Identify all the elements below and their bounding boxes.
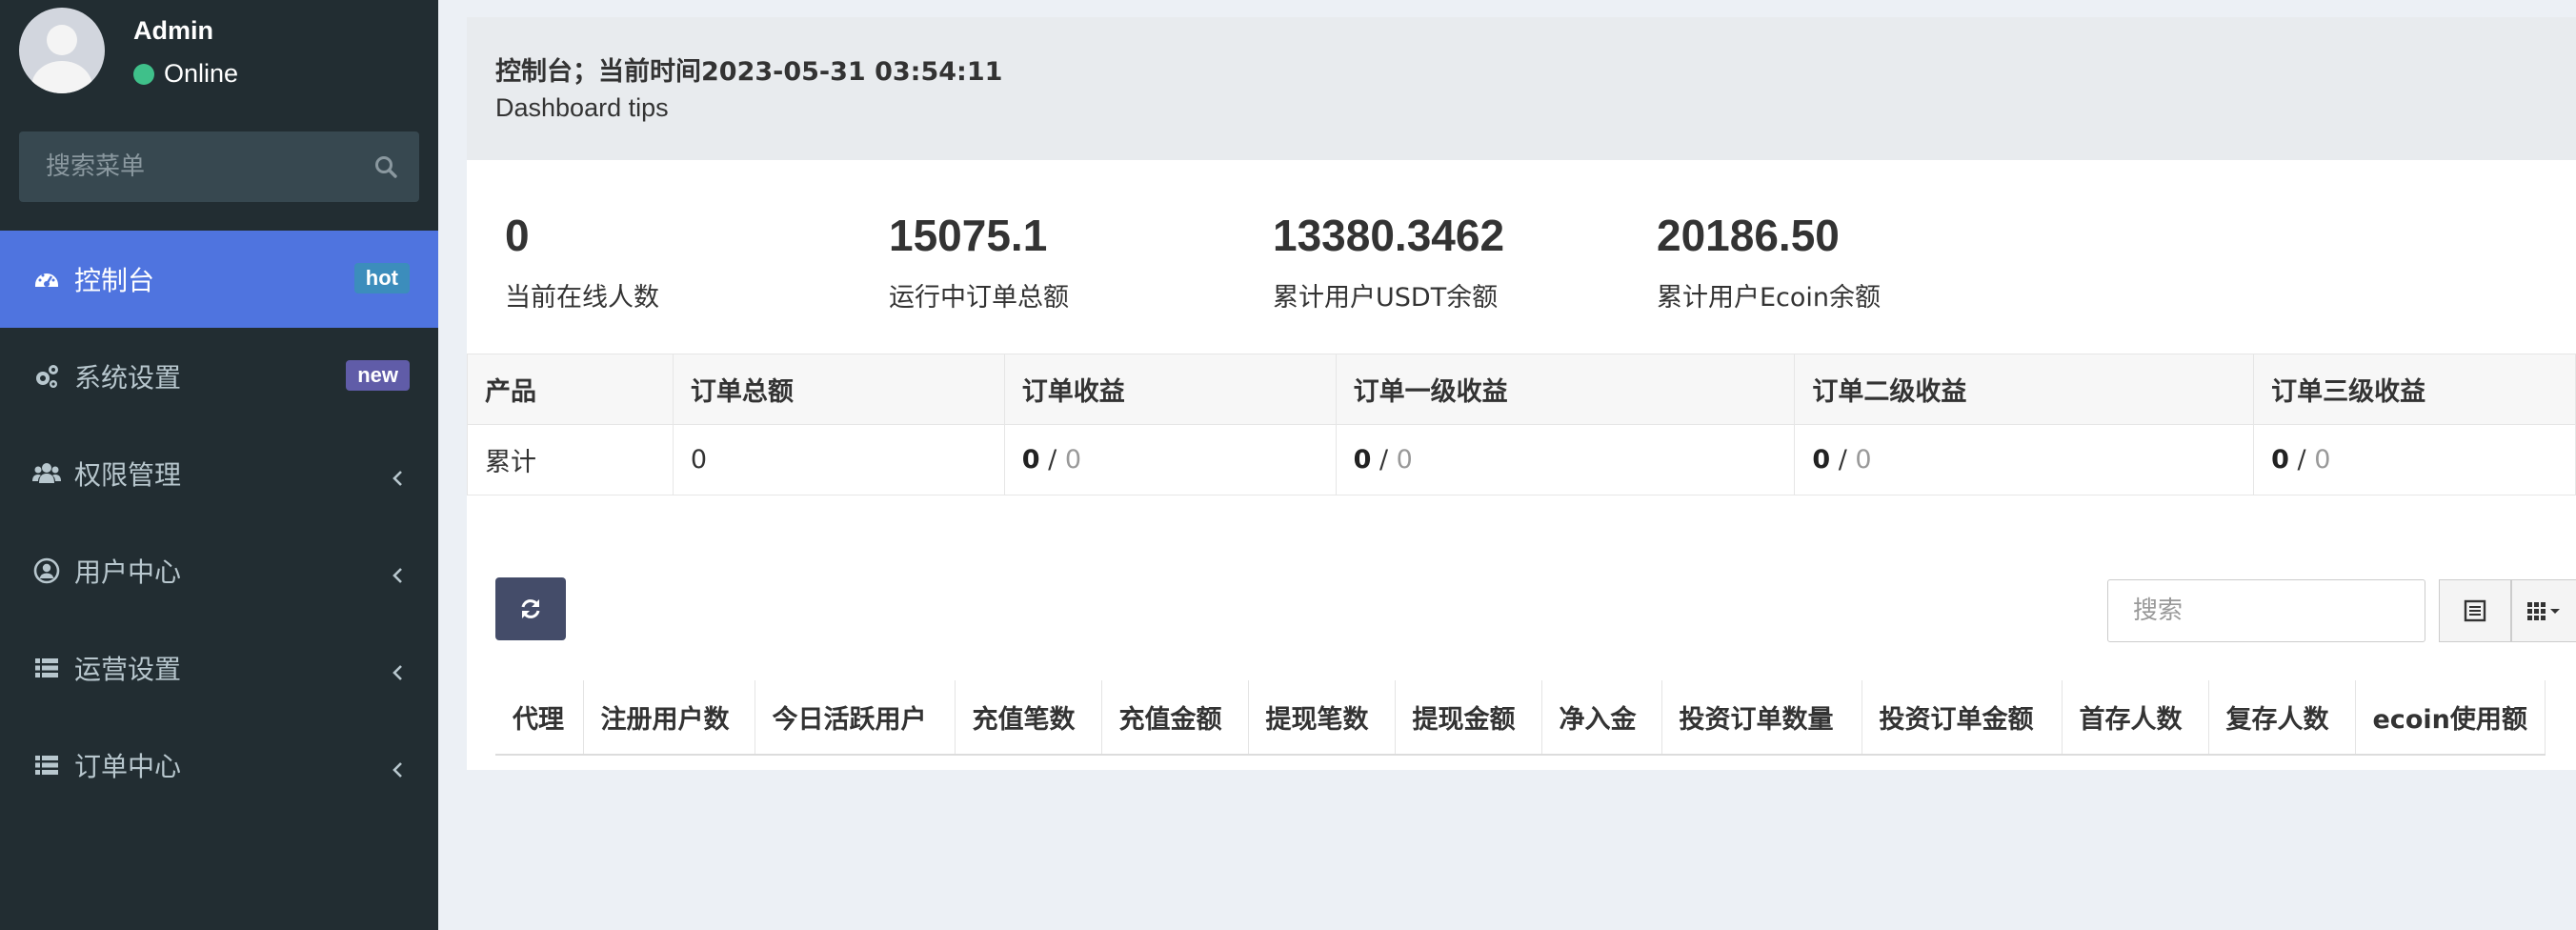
user-panel: Admin Online: [0, 0, 438, 107]
panel-heading: 控制台；当前时间2023-05-31 03:54:11 Dashboard ti…: [467, 17, 2576, 160]
refresh-icon: [521, 599, 540, 618]
sidebar-item-label: 系统设置: [74, 362, 182, 394]
column-header: 订单总额: [672, 354, 1005, 425]
user-status-label: Online: [164, 59, 239, 88]
column-header[interactable]: 注册用户数: [583, 680, 755, 756]
table-row: 累计 0 0 / 0 0 / 0 0 / 0 0 / 0: [467, 424, 2576, 495]
column-header[interactable]: 提现金额: [1395, 680, 1542, 756]
dashboard-tips: Dashboard tips: [495, 93, 669, 122]
table-cell: 0 / 0: [1335, 424, 1796, 495]
chevron-left-icon: [392, 568, 402, 583]
table-header-row: 代理 注册用户数 今日活跃用户 充值笔数 充值金额 提现笔数 提现金额 净入金 …: [495, 680, 2546, 756]
columns-toggle-button[interactable]: [2511, 579, 2576, 642]
stat-value: 13380.3462: [1273, 211, 1505, 260]
menu-search-input[interactable]: [19, 131, 362, 202]
column-header[interactable]: 净入金: [1541, 680, 1662, 756]
sidebar: Admin Online 控制台 hot 系统设置 new: [0, 0, 438, 930]
stat-online-users: 0 当前在线人数: [505, 210, 659, 313]
column-header[interactable]: 充值金额: [1101, 680, 1249, 756]
sidebar-item-label: 用户中心: [74, 556, 182, 588]
stat-usdt-balance: 13380.3462 累计用户USDT余额: [1273, 210, 1504, 313]
table-search-input[interactable]: [2107, 579, 2425, 642]
chevron-left-icon: [392, 762, 402, 778]
column-header[interactable]: 提现笔数: [1248, 680, 1396, 756]
avatar[interactable]: [19, 8, 105, 93]
column-header: 订单一级收益: [1335, 354, 1796, 425]
table-header-row: 产品 订单总额 订单收益 订单一级收益 订单二级收益 订单三级收益: [467, 354, 2576, 425]
sidebar-item-label: 运营设置: [74, 654, 182, 685]
table-cell: 0: [672, 424, 1005, 495]
sidebar-menu: 控制台 hot 系统设置 new 权限管理 用户中心 运营设置 订单中心: [0, 231, 438, 814]
online-status-icon: [133, 63, 154, 85]
list-icon: [32, 654, 61, 682]
hot-badge: hot: [353, 263, 410, 293]
list-view-icon: [2464, 599, 2486, 622]
grid-columns-icon: [2526, 602, 2560, 620]
column-header[interactable]: ecoin使用额: [2355, 680, 2546, 756]
stat-label: 运行中订单总额: [889, 283, 1069, 313]
column-header[interactable]: 充值笔数: [955, 680, 1102, 756]
main-content: 控制台；当前时间2023-05-31 03:54:11 Dashboard ti…: [438, 0, 2576, 930]
column-header[interactable]: 投资订单金额: [1862, 680, 2063, 756]
sidebar-item-label: 权限管理: [74, 459, 182, 491]
sidebar-item-label: 订单中心: [74, 751, 182, 782]
column-header: 订单三级收益: [2253, 354, 2576, 425]
sidebar-item-user-center[interactable]: 用户中心: [0, 522, 438, 619]
column-header[interactable]: 今日活跃用户: [755, 680, 956, 756]
new-badge: new: [346, 360, 410, 391]
sidebar-item-order-center[interactable]: 订单中心: [0, 717, 438, 814]
table-cell: 0 / 0: [1794, 424, 2255, 495]
stat-running-orders-total: 15075.1 运行中订单总额: [889, 210, 1069, 313]
cogs-icon: [32, 362, 61, 391]
column-header: 订单收益: [1003, 354, 1337, 425]
refresh-button[interactable]: [495, 577, 566, 640]
stat-ecoin-balance: 20186.50 累计用户Ecoin余额: [1657, 210, 1881, 313]
stat-value: 0: [505, 211, 530, 260]
user-circle-icon: [32, 556, 61, 585]
sidebar-item-system-settings[interactable]: 系统设置 new: [0, 328, 438, 425]
column-header[interactable]: 复存人数: [2208, 680, 2356, 756]
toggle-view-button[interactable]: [2439, 579, 2511, 642]
sidebar-item-label: 控制台: [74, 265, 155, 296]
column-header: 订单二级收益: [1794, 354, 2255, 425]
list-icon: [32, 751, 61, 779]
chevron-left-icon: [392, 471, 402, 486]
sidebar-item-permissions[interactable]: 权限管理: [0, 425, 438, 522]
search-icon[interactable]: [373, 154, 398, 179]
users-icon: [32, 459, 61, 488]
stat-label: 当前在线人数: [505, 283, 659, 313]
dashboard-panel: 控制台；当前时间2023-05-31 03:54:11 Dashboard ti…: [467, 17, 2576, 770]
table-cell: 累计: [467, 424, 674, 495]
table-cell: 0 / 0: [2253, 424, 2576, 495]
sidebar-search: [19, 131, 419, 202]
column-header: 产品: [467, 354, 674, 425]
page-title: 控制台；当前时间2023-05-31 03:54:11: [495, 57, 1003, 87]
chevron-left-icon: [392, 665, 402, 680]
table-cell: 0 / 0: [1003, 424, 1337, 495]
stat-label: 累计用户USDT余额: [1273, 283, 1499, 313]
stat-label: 累计用户Ecoin余额: [1657, 283, 1882, 313]
sidebar-item-dashboard[interactable]: 控制台 hot: [0, 231, 438, 328]
column-header[interactable]: 代理: [495, 680, 584, 756]
dashboard-icon: [32, 265, 61, 293]
user-name: Admin: [133, 16, 213, 45]
agent-stats-table: 代理 注册用户数 今日活跃用户 充值笔数 充值金额 提现笔数 提现金额 净入金 …: [495, 680, 2546, 756]
user-status: Online: [133, 59, 238, 89]
column-header[interactable]: 投资订单数量: [1661, 680, 1862, 756]
stat-value: 20186.50: [1657, 211, 1840, 260]
income-summary-table: 产品 订单总额 订单收益 订单一级收益 订单二级收益 订单三级收益 累计 0 0…: [467, 354, 2576, 495]
column-header[interactable]: 首存人数: [2062, 680, 2209, 756]
stat-value: 15075.1: [889, 211, 1048, 260]
sidebar-item-operation-settings[interactable]: 运营设置: [0, 619, 438, 717]
